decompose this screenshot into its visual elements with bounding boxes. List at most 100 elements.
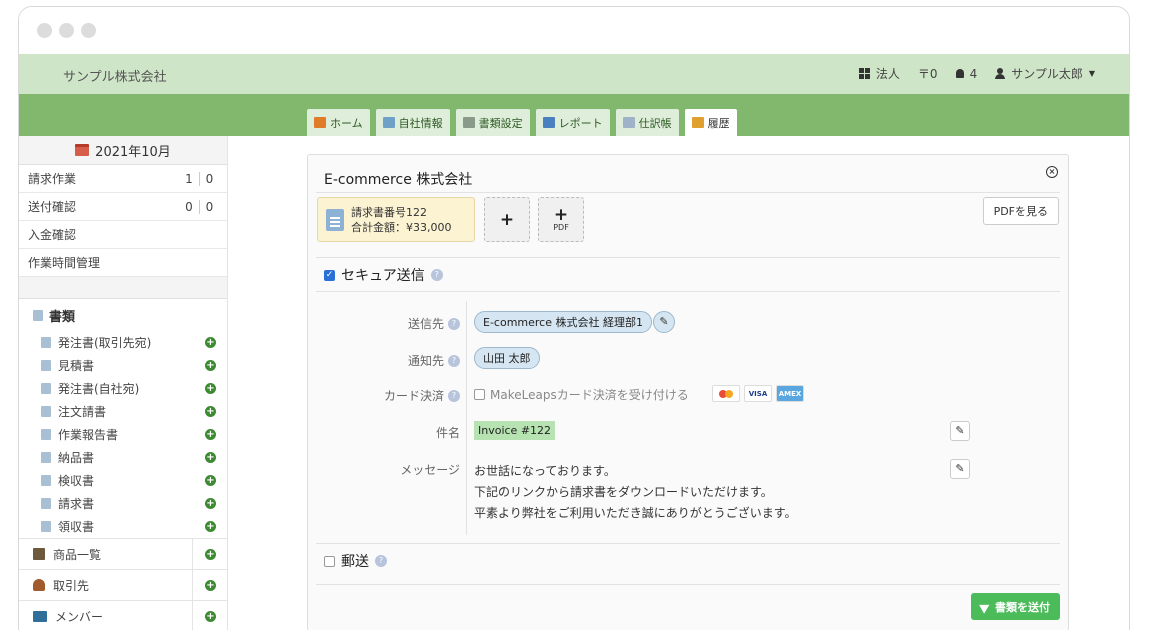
postal-toggle[interactable]: 郵送 ?	[324, 551, 387, 571]
divider	[316, 291, 1060, 292]
sidebar-item-time-management[interactable]: 作業時間管理	[19, 249, 227, 277]
tab-label: レポート	[558, 116, 603, 130]
send-documents-button[interactable]: 書類を送付	[971, 593, 1060, 620]
user-name: サンプル太郎	[1011, 67, 1083, 81]
card-payment-option[interactable]: MakeLeapsカード決済を受け付ける	[474, 386, 689, 403]
recipient-pill[interactable]: E-commerce 株式会社 経理部1	[474, 311, 652, 333]
sidebar-item-person[interactable]: 取引先 +	[19, 569, 227, 600]
document-icon	[41, 406, 51, 417]
card-payment-checkbox[interactable]	[474, 389, 485, 400]
message-body[interactable]: お世話になっております。 下記のリンクから請求書をダウンロードいただけます。 平…	[474, 461, 797, 524]
sidebar-doc-item[interactable]: 作業報告書 +	[19, 423, 227, 446]
sidebar-doc-item[interactable]: 発注書(取引先宛) +	[19, 331, 227, 354]
add-icon[interactable]: +	[205, 521, 216, 532]
help-icon[interactable]: ?	[448, 317, 460, 330]
corp-menu[interactable]: 法人	[858, 65, 900, 82]
add-icon[interactable]: +	[205, 406, 216, 417]
add-icon[interactable]: +	[205, 475, 216, 486]
card-label-text: カード決済	[383, 389, 444, 403]
sidebar-spacer	[19, 277, 227, 299]
edit-recipient-pencil-icon[interactable]: ✎	[653, 311, 675, 333]
tab-label: 履歴	[707, 116, 730, 130]
subject-label: 件名	[435, 426, 460, 440]
sidebar-item-send-check[interactable]: 送付確認 00	[19, 193, 227, 221]
grid-icon	[858, 68, 870, 79]
user-menu[interactable]: サンプル太郎 ▼	[995, 65, 1095, 82]
notifications[interactable]: 4	[955, 67, 977, 81]
document-icon	[41, 337, 51, 348]
add-pdf-button[interactable]: + PDF	[538, 197, 584, 242]
send-icon	[979, 599, 992, 614]
tab-4[interactable]: 仕訳帳	[615, 109, 679, 136]
window-maximize-dot[interactable]	[81, 23, 96, 38]
notify-pill[interactable]: 山田 太郎	[474, 347, 540, 369]
tab-1[interactable]: 自社情報	[375, 109, 450, 136]
sidebar-item-products[interactable]: 商品一覧 +	[19, 538, 227, 569]
secure-send-checkbox[interactable]: ✓	[324, 269, 335, 281]
notify-label-text: 通知先	[407, 354, 444, 368]
help-icon[interactable]: ?	[430, 269, 443, 281]
plus-icon: +	[499, 209, 515, 230]
add-icon[interactable]: +	[205, 452, 216, 463]
invoice-number: 請求書番号122	[351, 205, 427, 219]
add-document-button[interactable]: +	[484, 197, 530, 242]
doc-item-label: 見積書	[58, 359, 95, 373]
add-icon[interactable]: +	[205, 429, 216, 440]
window-minimize-dot[interactable]	[59, 23, 74, 38]
sidebar-doc-item[interactable]: 発注書(自社宛) +	[19, 377, 227, 400]
sidebar-doc-item[interactable]: 領収書 +	[19, 515, 227, 538]
help-icon[interactable]: ?	[375, 555, 387, 567]
document-icon	[41, 360, 51, 371]
sidebar-doc-item[interactable]: 納品書 +	[19, 446, 227, 469]
postal-checkbox[interactable]	[324, 555, 335, 567]
view-pdf-button[interactable]: PDFを見る	[982, 197, 1059, 225]
doc-item-label: 領収書	[58, 520, 95, 534]
add-icon[interactable]: +	[205, 383, 216, 394]
window-close-dot[interactable]	[37, 23, 52, 38]
divider	[316, 584, 1060, 585]
notify-label: 通知先 ?	[408, 352, 460, 369]
edit-subject-pencil-icon[interactable]: ✎	[950, 421, 970, 441]
add-icon[interactable]: +	[205, 337, 216, 348]
add-icon[interactable]: +	[205, 610, 216, 622]
tab-3[interactable]: レポート	[535, 109, 610, 136]
sidebar-doc-item[interactable]: 見積書 +	[19, 354, 227, 377]
amex-icon: AMEX	[776, 385, 804, 402]
gear-icon	[462, 117, 475, 128]
add-pdf-label: PDF	[553, 223, 569, 232]
close-icon[interactable]: ×	[1046, 166, 1058, 178]
message-label: メッセージ	[400, 463, 460, 477]
document-icon	[41, 383, 51, 394]
sidebar-doc-item[interactable]: 注文請書 +	[19, 400, 227, 423]
sidebar-item-billing[interactable]: 請求作業 10	[19, 165, 227, 193]
sidebar-item-label: 送付確認	[28, 200, 77, 214]
sidebar-item-label: 請求作業	[28, 172, 77, 186]
sidebar-item-members[interactable]: メンバー +	[19, 600, 227, 630]
sidebar-doc-item[interactable]: 検収書 +	[19, 469, 227, 492]
add-icon[interactable]: +	[205, 548, 216, 560]
doc-item-label: 発注書(取引先宛)	[58, 336, 152, 350]
add-icon[interactable]: +	[205, 498, 216, 509]
help-icon[interactable]: ?	[448, 389, 460, 402]
tab-2[interactable]: 書類設定	[455, 109, 530, 136]
sidebar-doc-item[interactable]: 請求書 +	[19, 492, 227, 515]
invoice-card[interactable]: 請求書番号122 合計金額：¥33,000	[317, 197, 475, 242]
help-icon[interactable]: ?	[448, 354, 460, 367]
sidebar: 2021年10月 請求作業 10 送付確認 00 入金確認 作業時間管理 書類 …	[19, 136, 228, 630]
add-icon[interactable]: +	[205, 579, 216, 591]
sidebar-item-payment-check[interactable]: 入金確認	[19, 221, 227, 249]
edit-message-pencil-icon[interactable]: ✎	[950, 459, 970, 479]
month-selector[interactable]: 2021年10月	[19, 136, 227, 165]
add-icon[interactable]: +	[205, 360, 216, 371]
visa-icon: VISA	[744, 385, 772, 402]
tab-bar: ホーム 自社情報 書類設定 レポート 仕訳帳 履歴	[19, 94, 1129, 136]
tab-5[interactable]: 履歴	[684, 109, 737, 136]
filter-indicator[interactable]: 〒0	[918, 65, 938, 82]
doc-item-label: 請求書	[58, 497, 95, 511]
secure-send-toggle[interactable]: ✓ セキュア送信 ?	[324, 265, 443, 285]
title-bar	[19, 7, 1129, 54]
tab-0[interactable]: ホーム	[307, 109, 370, 136]
subject-value[interactable]: Invoice #122	[474, 421, 556, 440]
document-icon	[33, 309, 43, 321]
tab-label: ホーム	[330, 116, 363, 130]
